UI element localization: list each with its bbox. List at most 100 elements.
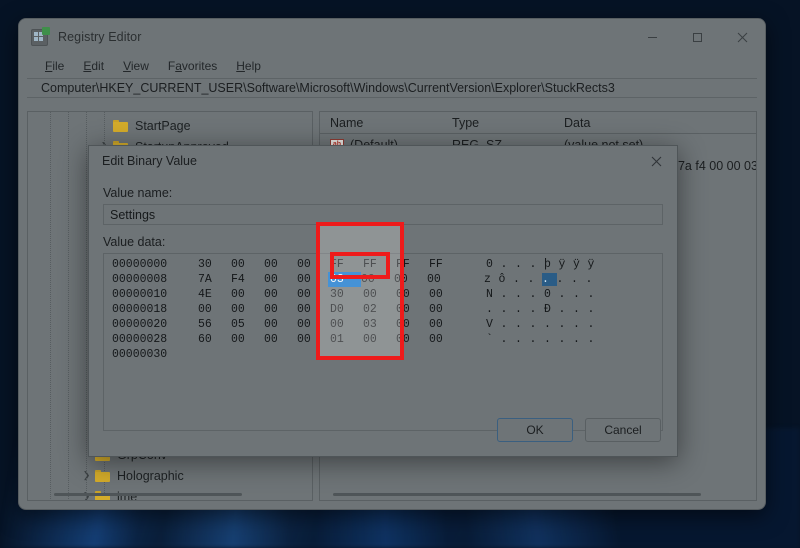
hex-byte[interactable]: 00 (297, 257, 330, 272)
hex-byte[interactable]: 00 (264, 302, 297, 317)
hex-byte[interactable]: 00 (361, 272, 394, 287)
menu-help[interactable]: Help (236, 59, 261, 73)
hex-byte[interactable]: 00 (363, 287, 396, 302)
folder-icon (113, 119, 128, 132)
hex-offset: 00000010 (112, 288, 168, 301)
hex-ascii: zô...... (484, 273, 601, 286)
hex-offset: 00000000 (112, 258, 168, 271)
hex-byte[interactable]: 56 (198, 317, 231, 332)
hex-byte[interactable]: 01 (330, 332, 363, 347)
menu-edit[interactable]: Edit (83, 59, 104, 73)
hex-byte[interactable]: FF (429, 257, 462, 272)
hex-byte[interactable]: 00 (429, 287, 462, 302)
column-header-name[interactable]: Name (320, 116, 442, 130)
close-button[interactable] (720, 19, 765, 55)
address-bar[interactable]: Computer\HKEY_CURRENT_USER\Software\Micr… (27, 78, 757, 98)
hex-offset: 00000020 (112, 318, 168, 331)
menu-edit-label: dit (91, 59, 105, 73)
hex-row[interactable]: 00000020 56 05 00 00 00 03 00 00 V......… (112, 317, 662, 332)
hex-byte[interactable]: 00 (429, 332, 462, 347)
hex-byte[interactable]: 00 (429, 317, 462, 332)
menu-favorites-label: vorites (181, 59, 218, 73)
hex-byte[interactable]: 60 (198, 332, 231, 347)
dialog-close-button[interactable] (635, 146, 677, 176)
hex-row[interactable]: 00000018 00 00 00 00 D0 02 00 00 ....Ð..… (112, 302, 662, 317)
hex-byte[interactable]: 00 (264, 272, 297, 287)
hex-byte[interactable]: 30 (198, 257, 231, 272)
value-name-input[interactable]: Settings (103, 204, 663, 225)
hex-row[interactable]: 00000008 7A F4 00 00 03 00 00 00 zô.....… (112, 272, 662, 287)
hex-ascii: ....Ð... (486, 303, 603, 316)
hex-byte[interactable]: 00 (363, 332, 396, 347)
hex-byte[interactable]: 00 (396, 287, 429, 302)
hex-ascii: `....... (486, 333, 603, 346)
hex-byte[interactable]: 00 (231, 257, 264, 272)
hex-row[interactable]: 00000000 30 00 00 00 FF FF FF FF 0...þÿÿ… (112, 257, 662, 272)
hex-byte[interactable]: 05 (231, 317, 264, 332)
hex-byte[interactable]: 00 (264, 317, 297, 332)
menu-bar: File Edit View Favorites Help (19, 55, 765, 77)
hex-byte[interactable]: F4 (231, 272, 264, 287)
hex-byte[interactable]: FF (363, 257, 396, 272)
list-horizontal-scrollbar[interactable] (324, 491, 752, 497)
menu-favorites[interactable]: Favorites (168, 59, 217, 73)
hex-byte[interactable]: 00 (330, 317, 363, 332)
hex-byte[interactable]: 00 (297, 317, 330, 332)
tree-horizontal-scrollbar[interactable] (32, 491, 308, 497)
hex-byte[interactable]: FF (396, 257, 429, 272)
menu-help-label: elp (244, 59, 261, 73)
cancel-button[interactable]: Cancel (585, 418, 661, 442)
hex-row[interactable]: 00000010 4E 00 00 00 30 00 00 00 N...0..… (112, 287, 662, 302)
hex-byte[interactable]: 00 (231, 332, 264, 347)
dialog-body: Value name: Settings Value data: 0000000… (89, 176, 677, 431)
hex-byte[interactable]: 00 (264, 257, 297, 272)
menu-view[interactable]: View (123, 59, 149, 73)
hex-byte[interactable]: D0 (330, 302, 363, 317)
hex-row[interactable]: 00000028 60 00 00 00 01 00 00 00 `......… (112, 332, 662, 347)
hex-offset: 00000028 (112, 333, 168, 346)
hex-editor[interactable]: 00000000 30 00 00 00 FF FF FF FF 0...þÿÿ… (103, 253, 663, 431)
dialog-title: Edit Binary Value (102, 154, 197, 168)
hex-byte[interactable]: 00 (427, 272, 460, 287)
hex-byte[interactable]: 00 (231, 302, 264, 317)
hex-byte-selected[interactable]: 03 (328, 272, 361, 287)
hex-byte[interactable]: 02 (363, 302, 396, 317)
hex-byte[interactable]: 03 (363, 317, 396, 332)
hex-byte[interactable]: 4E (198, 287, 231, 302)
hex-byte[interactable]: 00 (396, 317, 429, 332)
hex-byte[interactable]: 00 (396, 332, 429, 347)
hex-byte[interactable]: 00 (396, 302, 429, 317)
value-name-input-text: Settings (110, 207, 156, 222)
registry-editor-icon (31, 26, 50, 46)
hex-byte[interactable]: 00 (297, 302, 330, 317)
hex-byte[interactable]: 00 (264, 332, 297, 347)
tree-item-startpage[interactable]: StartPage (28, 115, 312, 136)
hex-byte[interactable]: 00 (264, 287, 297, 302)
minimize-button[interactable] (630, 19, 675, 55)
hex-byte[interactable]: 00 (198, 302, 231, 317)
hex-offset: 00000030 (112, 348, 168, 361)
ok-button[interactable]: OK (497, 418, 573, 442)
maximize-button[interactable] (675, 19, 720, 55)
hex-byte[interactable]: 30 (330, 287, 363, 302)
tree-item-holographic[interactable]: ❯ Holographic (28, 465, 312, 486)
hex-byte[interactable]: 00 (297, 287, 330, 302)
column-header-data[interactable]: Data (554, 116, 756, 130)
column-header-type[interactable]: Type (442, 116, 554, 130)
menu-file[interactable]: File (45, 59, 64, 73)
hex-offset: 00000008 (112, 273, 168, 286)
hex-byte[interactable]: 00 (297, 272, 330, 287)
hex-byte[interactable]: 00 (429, 302, 462, 317)
hex-byte[interactable]: 00 (297, 332, 330, 347)
address-path: Computer\HKEY_CURRENT_USER\Software\Micr… (41, 81, 615, 95)
list-header: Name Type Data (320, 112, 756, 134)
hex-byte[interactable]: 7A (198, 272, 231, 287)
hex-byte[interactable]: 00 (231, 287, 264, 302)
hex-row[interactable]: 00000030 (112, 347, 662, 362)
hex-byte[interactable]: 00 (394, 272, 427, 287)
menu-view-label: iew (130, 59, 149, 73)
dialog-title-bar: Edit Binary Value (89, 146, 677, 176)
tree-item-label: StartPage (135, 118, 191, 133)
window-controls (630, 19, 765, 55)
hex-byte[interactable]: FF (330, 257, 363, 272)
